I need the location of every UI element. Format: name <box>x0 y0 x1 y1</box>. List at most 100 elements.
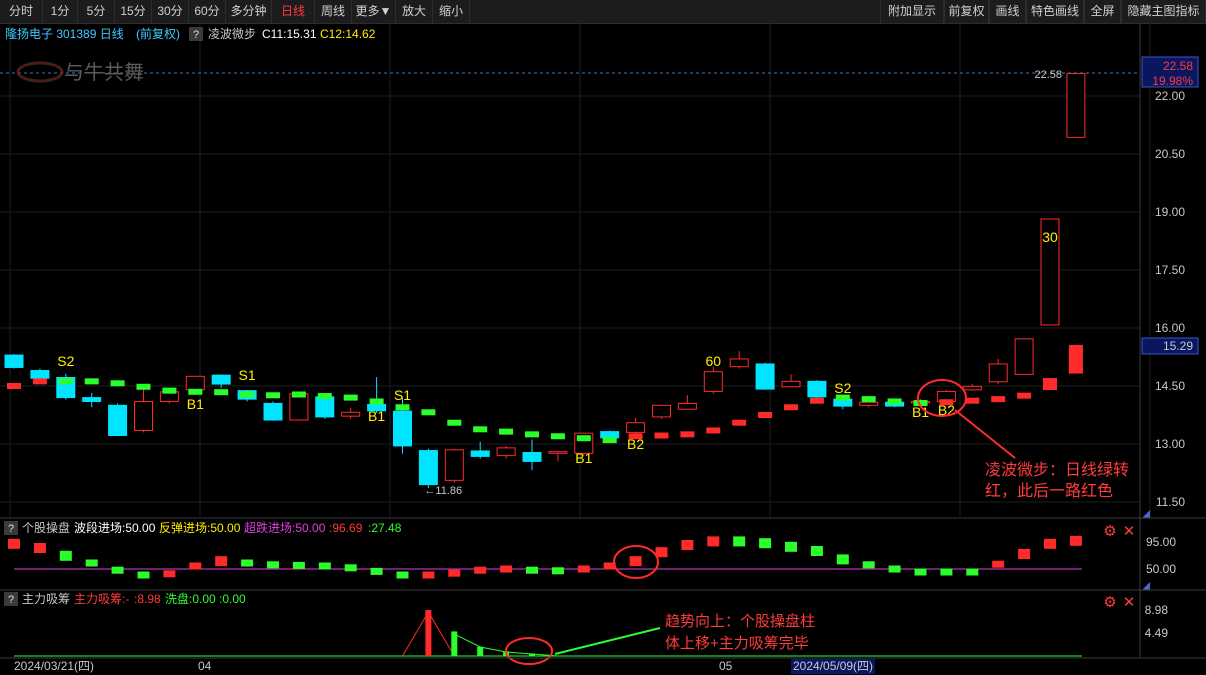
price-tick: 11.50 <box>1156 495 1185 509</box>
linbo-mark <box>343 394 358 401</box>
linbo-mark <box>1068 344 1083 373</box>
price-tick: 13.00 <box>1155 437 1185 451</box>
panel2-bar <box>940 568 953 576</box>
panel2-f2: 反弹进场:50.00 <box>159 521 241 535</box>
panel2-bar <box>189 562 202 570</box>
annotation-arrow-2 <box>554 627 661 655</box>
signal-label: S2 <box>57 353 74 369</box>
panel2-bar <box>474 566 487 574</box>
candle-body <box>548 451 568 454</box>
panel2-bar <box>1069 535 1082 546</box>
panel2-bar <box>215 556 228 567</box>
watermark-logo <box>16 61 64 83</box>
candle-body <box>677 402 697 410</box>
panel2-bar <box>810 546 823 556</box>
panel2-bar <box>914 568 927 576</box>
panel3-bar <box>529 653 535 656</box>
candle-body <box>4 354 24 368</box>
settings-icon: ⚙ <box>1103 523 1116 540</box>
panel2-tick: 95.00 <box>1146 535 1176 549</box>
annotation-1b: 红，此后一路红色 <box>985 482 1113 500</box>
linbo-mark <box>240 391 255 398</box>
c1-value: C11:15.31 <box>262 27 317 41</box>
candle-body <box>522 452 542 462</box>
panel3-f1b: :8.98 <box>134 592 161 606</box>
panel3-f1: 主力吸筹:- <box>74 592 129 606</box>
date-label-2: 04 <box>198 659 212 673</box>
last-price: 15.29 <box>1163 339 1193 353</box>
panel2-bar <box>344 564 357 572</box>
panel2-bar <box>629 556 642 567</box>
linbo-mark <box>1043 378 1057 391</box>
linbo-mark <box>317 393 332 400</box>
linbo-mark <box>602 437 617 444</box>
candle-body <box>470 450 490 457</box>
price-tick: 22.00 <box>1155 89 1185 103</box>
candle-body <box>652 404 671 418</box>
panel2-bar <box>500 565 513 573</box>
panel2-tick: 50.00 <box>1146 562 1176 576</box>
signal-label: B1 <box>187 396 204 412</box>
panel2-f3: 超跌进场:50.00 <box>244 520 326 535</box>
annotation-2b: 体上移+主力吸筹完毕 <box>665 635 809 652</box>
candle-body <box>626 422 646 433</box>
candle-body <box>444 449 464 481</box>
linbo-mark <box>654 432 669 439</box>
linbo-mark <box>188 388 203 395</box>
annotation-1a: 凌波微步：日线绿转 <box>985 461 1129 479</box>
candle-body <box>134 400 153 431</box>
price-tick: 16.00 <box>1155 321 1185 335</box>
panel3-tick: 8.98 <box>1145 603 1169 617</box>
candle-body <box>807 380 827 398</box>
panel2-f5: :27.48 <box>368 521 402 535</box>
price-tick: 19.00 <box>1155 205 1185 219</box>
panel2-bar <box>551 567 564 575</box>
panel2-bar <box>396 571 409 579</box>
signal-label: 30 <box>1042 229 1058 245</box>
settings-icon-3: ⚙ <box>1103 594 1116 611</box>
signal-label: B1 <box>575 450 592 466</box>
low-label: ←11.86 <box>424 485 462 497</box>
linbo-mark <box>732 419 747 426</box>
panel2-bar <box>966 568 979 576</box>
linbo-mark <box>473 426 488 433</box>
signal-label: S2 <box>834 380 851 396</box>
signal-label: B1 <box>368 408 385 424</box>
candle-body <box>781 380 801 388</box>
limit-inline-label: 22.58 <box>1034 69 1062 81</box>
panel2-bar <box>577 565 590 573</box>
signal-label: 60 <box>706 353 722 369</box>
linbo-mark <box>266 392 280 399</box>
linbo-mark <box>758 412 773 418</box>
c2-value: C12:14.62 <box>320 27 376 41</box>
panel2-bar <box>59 550 72 561</box>
linbo-mark <box>809 397 824 404</box>
candle-body <box>82 397 102 402</box>
panel2-bar <box>681 540 694 550</box>
panel2-bar <box>707 536 720 547</box>
candle-body <box>729 358 749 368</box>
linbo-mark <box>58 378 73 385</box>
panel3-bar <box>425 610 432 656</box>
panel2-bar <box>163 570 176 578</box>
price-tick: 14.50 <box>1155 379 1185 393</box>
limit-price: 22.58 <box>1163 59 1193 73</box>
panel2-bar <box>785 541 797 552</box>
panel2-bar <box>292 561 305 569</box>
panel2-bar <box>759 538 772 549</box>
panel2-bar <box>526 566 538 574</box>
candle-body <box>988 363 1008 383</box>
scroll-triangle <box>1142 510 1150 518</box>
signal-label: S1 <box>239 367 256 383</box>
date-label-4: 2024/05/09(四) <box>793 659 873 673</box>
panel2-bar <box>992 560 1005 568</box>
candle-body <box>1014 338 1034 375</box>
linbo-mark <box>550 433 565 440</box>
date-label-3: 05 <box>719 659 733 673</box>
linbo-mark <box>7 383 21 389</box>
panel2-bar <box>1018 549 1031 559</box>
candle-body <box>30 370 50 379</box>
candle-body <box>755 363 775 390</box>
linbo-mark <box>861 396 876 403</box>
candle-body <box>1066 73 1086 138</box>
